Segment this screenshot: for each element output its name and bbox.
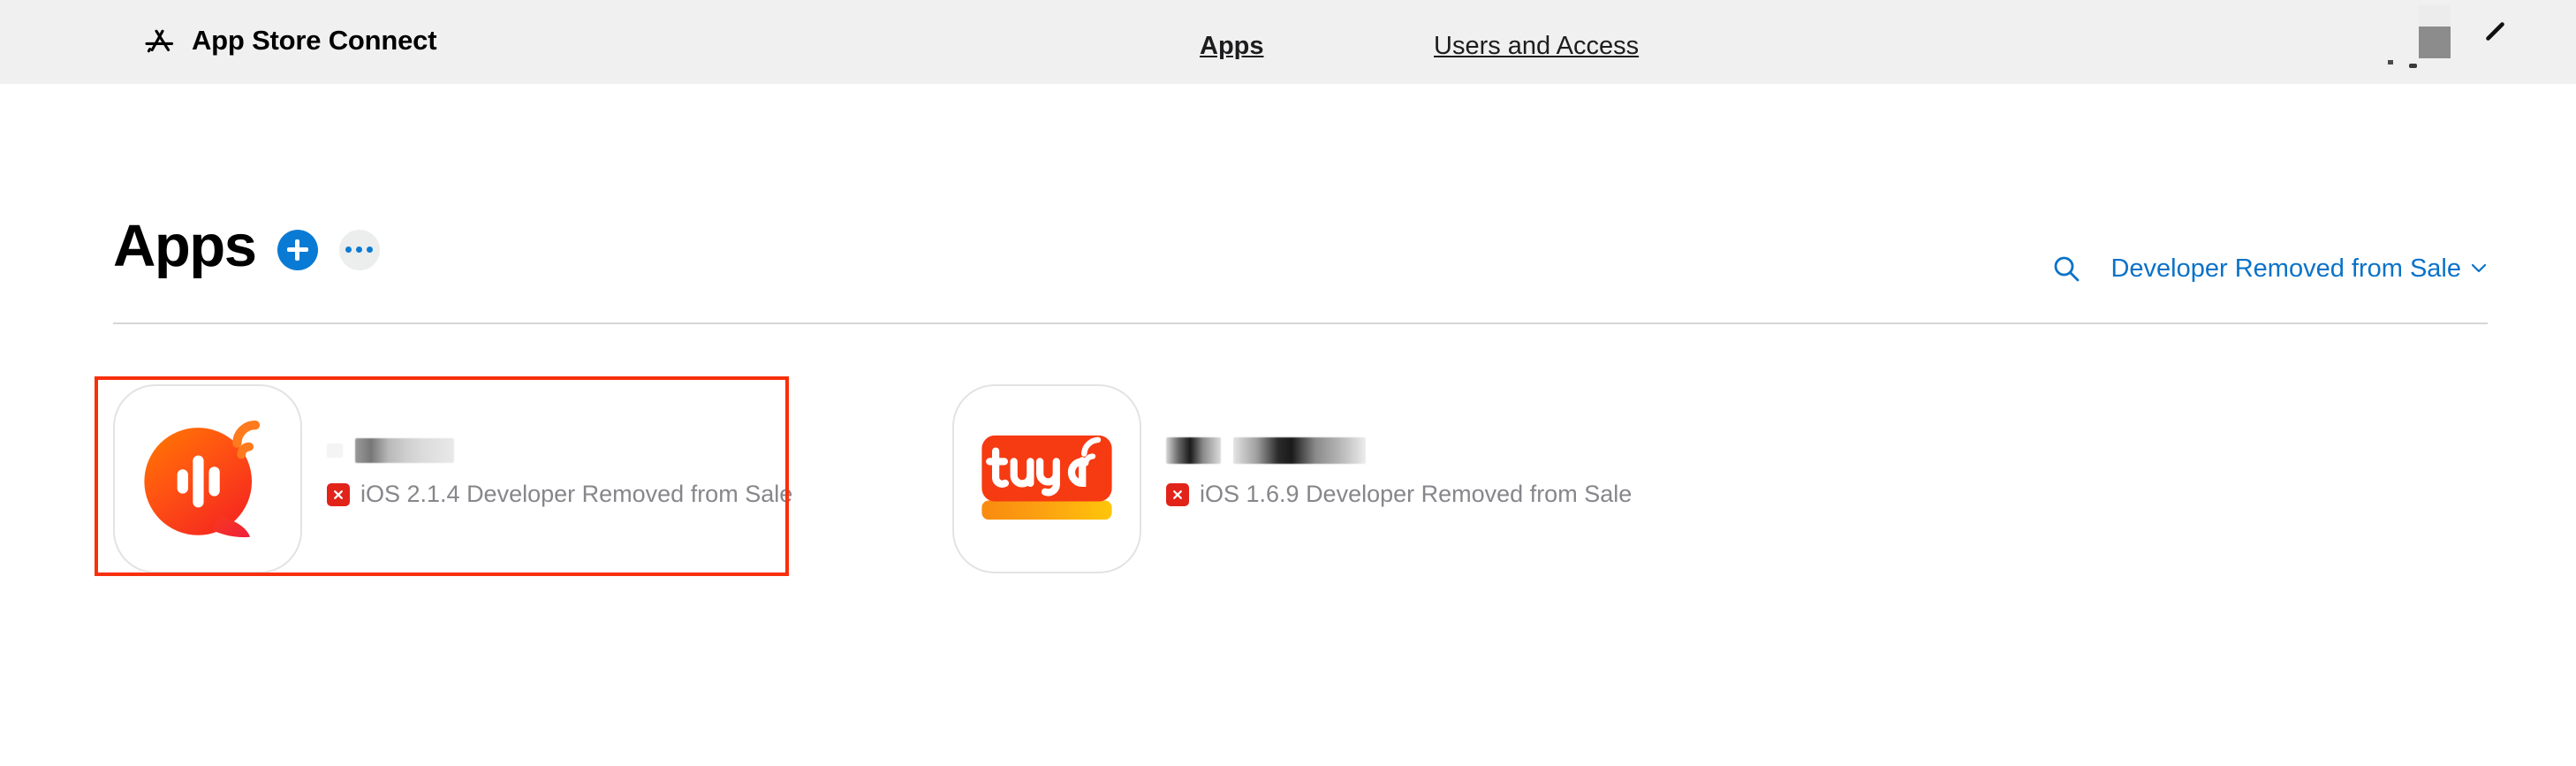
avatar[interactable]	[2419, 27, 2451, 58]
page-header-actions: Developer Removed from Sale	[2051, 254, 2488, 284]
redacted-block	[355, 438, 454, 463]
app-status: iOS 2.1.4 Developer Removed from Sale	[327, 481, 792, 508]
redacted-block	[1166, 437, 1221, 464]
app-status: iOS 1.6.9 Developer Removed from Sale	[1166, 481, 1632, 508]
apps-grid: iOS 2.1.4 Developer Removed from Sale iO…	[113, 384, 1632, 573]
pencil-icon[interactable]	[2484, 19, 2507, 42]
redacted-block	[1233, 437, 1366, 464]
speech-bubble-waveform-icon[interactable]	[113, 384, 302, 573]
redacted-mark-b	[2409, 64, 2417, 68]
app-status-text: iOS 1.6.9 Developer Removed from Sale	[1200, 481, 1633, 507]
plus-icon-vertical	[295, 239, 299, 261]
status-filter-dropdown[interactable]: Developer Removed from Sale	[2110, 254, 2488, 284]
redacted-block	[327, 444, 343, 458]
x-badge-icon	[1166, 482, 1189, 506]
tuya-logo-icon[interactable]	[952, 384, 1141, 573]
ellipsis-dot	[367, 246, 373, 253]
header-divider	[113, 322, 2488, 324]
search-icon[interactable]	[2051, 254, 2081, 284]
x-badge-icon	[327, 482, 350, 506]
app-name-redacted	[327, 436, 792, 466]
page-header: Apps	[113, 216, 380, 276]
page-title: Apps	[113, 213, 257, 279]
app-meta: iOS 1.6.9 Developer Removed from Sale	[1141, 384, 1632, 508]
ellipsis-icon	[345, 246, 373, 253]
add-app-button[interactable]	[277, 229, 318, 270]
app-status-text: iOS 2.1.4 Developer Removed from Sale	[360, 481, 793, 507]
app-card[interactable]: iOS 2.1.4 Developer Removed from Sale	[113, 384, 952, 573]
redacted-mark-a	[2388, 60, 2393, 64]
app-store-icon	[141, 23, 177, 58]
top-navigation-bar: App Store Connect Apps Users and Access	[0, 0, 2576, 84]
ellipsis-dot	[356, 246, 362, 253]
app-meta: iOS 2.1.4 Developer Removed from Sale	[302, 384, 792, 508]
nav-item-users-and-access[interactable]: Users and Access	[1434, 32, 1639, 61]
ellipsis-dot	[345, 246, 352, 253]
brand-title: App Store Connect	[192, 25, 437, 56]
nav-item-apps[interactable]: Apps	[1200, 32, 1264, 61]
more-options-button[interactable]	[338, 229, 380, 270]
app-card[interactable]: iOS 1.6.9 Developer Removed from Sale	[952, 384, 1632, 573]
chevron-down-icon	[2470, 254, 2488, 284]
avatar-redacted-upper	[2419, 5, 2451, 28]
status-filter-label: Developer Removed from Sale	[2110, 254, 2461, 283]
brand-logo-group[interactable]: App Store Connect	[141, 23, 437, 58]
app-name-redacted	[1166, 436, 1632, 466]
